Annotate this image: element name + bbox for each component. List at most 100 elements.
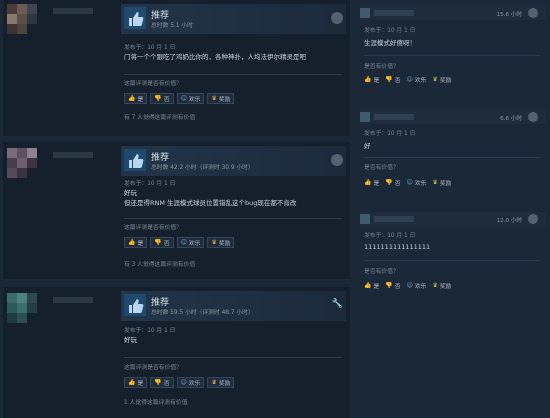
thumbs-up-icon: 👍: [364, 282, 372, 289]
award-icon: ♛: [211, 239, 217, 246]
vote-no-button[interactable]: 👎 否: [385, 75, 400, 84]
award-icon: ♛: [432, 179, 438, 186]
vote-yes-button[interactable]: 👍 是: [364, 178, 379, 187]
posted-date: 发布于：10 月 1 日: [364, 28, 416, 34]
thumbs-up-icon: 👍: [128, 379, 136, 386]
vote-no-button[interactable]: 👎 否: [150, 377, 174, 388]
reviewer-avatar[interactable]: [360, 8, 370, 18]
review-body: 好玩: [124, 335, 342, 345]
divider: [364, 260, 540, 261]
thumbs-down-icon: 👎: [385, 179, 393, 186]
divider: [364, 157, 540, 158]
reviewer-avatar[interactable]: [7, 293, 47, 325]
award-button[interactable]: ♛ 奖励: [432, 281, 451, 290]
review-header[interactable]: 推荐 总时数 5.1 小时: [121, 4, 346, 34]
thumbs-up-icon: 👍: [128, 95, 136, 102]
divider: [364, 55, 540, 56]
vote-yes-button[interactable]: 👍 是: [124, 237, 148, 248]
thumbs-up-icon: 👍: [128, 239, 136, 246]
vote-no-button[interactable]: 👎 否: [385, 281, 400, 290]
award-icon: ♛: [211, 379, 217, 386]
review-list: 推荐 总时数 5.1 小时 发布于：10 月 1 日 门将一个个跟吃了鸡奶比你的…: [0, 0, 350, 418]
reviewer-name[interactable]: [374, 10, 414, 16]
playtime-hours: 总时数 59.5 小时（评测时 48.7 小时）: [151, 310, 254, 316]
divider: [124, 357, 342, 358]
reviewer-avatar[interactable]: [360, 112, 370, 122]
vote-yes-button[interactable]: 👍 是: [124, 377, 148, 388]
reviewer-name[interactable]: [374, 114, 414, 120]
reviewer-name[interactable]: [53, 297, 93, 303]
vote-yes-button[interactable]: 👍 是: [364, 281, 379, 290]
helpful-question: 是否有价值？: [364, 64, 399, 70]
vote-no-button[interactable]: 👎 否: [150, 237, 174, 248]
award-icon: ♛: [432, 76, 438, 83]
helpful-count: 1 人觉得这篇评测有价值: [124, 400, 188, 406]
vote-buttons: 👍 是 👎 否 ☺ 欢乐 ♛ 奖励: [364, 75, 451, 84]
vote-buttons: 👍 是 👎 否 ☺ 欢乐 ♛ 奖励: [364, 178, 451, 187]
thumbs-down-icon: 👎: [154, 379, 162, 386]
vote-no-button[interactable]: 👎 否: [150, 93, 174, 104]
reviewer-name[interactable]: [53, 152, 93, 158]
vote-yes-button[interactable]: 👍 是: [364, 75, 379, 84]
playtime-hours: 12.0 小时: [496, 218, 522, 224]
thumbs-up-icon: [124, 294, 146, 316]
vote-funny-button[interactable]: ☺ 欢乐: [176, 93, 205, 104]
playtime-hours: 总时数 42.2 小时（评测时 30.9 小时）: [151, 165, 254, 171]
side-review-card: 6.6 小时 发布于：10 月 1 日 好 是否有价值？ 👍 是 👎 否 ☺ 欢乐 ♛…: [360, 110, 546, 192]
side-review-card: 12.0 小时 发布于：10 月 1 日 1111111111111111 是否…: [360, 212, 546, 294]
reviewer-avatar[interactable]: [360, 214, 370, 224]
helpful-question: 是否有价值？: [364, 165, 399, 171]
side-review-card: 15.6 小时 发布于：10 月 1 日 生涯模式好傻呀！ 是否有价值？ 👍 是 …: [360, 6, 546, 90]
divider: [124, 218, 342, 219]
vote-funny-button[interactable]: ☺ 欢乐: [176, 237, 205, 248]
vote-buttons: 👍 是 👎 否 ☺ 欢乐 ♛ 奖励: [124, 377, 235, 388]
vote-buttons: 👍 是 👎 否 ☺ 欢乐 ♛ 奖励: [364, 281, 451, 290]
review-card: 推荐 总时数 59.5 小时（评测时 48.7 小时） 🔧 发布于：10 月 1…: [3, 287, 350, 418]
thumbs-down-icon: 👎: [385, 76, 393, 83]
vote-funny-button[interactable]: ☺ 欢乐: [407, 281, 427, 290]
review-body: 门将一个个跟吃了鸡奶比你的，各种神扑，人均法伊尔精灵是吧: [124, 52, 342, 62]
review-text-line: 好玩: [124, 189, 137, 197]
award-icon: ♛: [432, 282, 438, 289]
posted-date: 发布于：10 月 1 日: [124, 328, 176, 334]
thumbs-down-icon: 👎: [385, 282, 393, 289]
helpful-count: 有 7 人觉得这篇评测有价值: [124, 115, 196, 121]
reviewer-panel: [3, 0, 113, 136]
thumbs-up-icon: [124, 149, 146, 171]
vote-no-button[interactable]: 👎 否: [385, 178, 400, 187]
steam-logo-icon: [331, 154, 343, 166]
steam-logo-icon: [528, 112, 538, 122]
reviewer-avatar[interactable]: [7, 148, 47, 180]
helpful-count: 有 3 人觉得这篇评测有价值: [124, 262, 196, 268]
playtime-hours: 15.6 小时: [496, 12, 522, 18]
reviewer-name[interactable]: [374, 216, 414, 222]
vote-funny-button[interactable]: ☺ 欢乐: [407, 178, 427, 187]
review-card: 推荐 总时数 5.1 小时 发布于：10 月 1 日 门将一个个跟吃了鸡奶比你的…: [3, 0, 350, 136]
reviewer-avatar[interactable]: [7, 4, 47, 36]
review-text: 1111111111111111: [364, 243, 431, 251]
side-review-list: 15.6 小时 发布于：10 月 1 日 生涯模式好傻呀！ 是否有价值？ 👍 是 …: [356, 0, 550, 418]
review-header[interactable]: 推荐 总时数 59.5 小时（评测时 48.7 小时） 🔧: [121, 291, 346, 321]
reviewer-name[interactable]: [53, 8, 93, 14]
award-button[interactable]: ♛ 奖励: [432, 75, 451, 84]
steam-logo-icon: [528, 8, 538, 18]
reviewer-panel: [3, 287, 113, 418]
vote-yes-button[interactable]: 👍 是: [124, 93, 148, 104]
award-button[interactable]: ♛ 奖励: [207, 237, 235, 248]
award-button[interactable]: ♛ 奖励: [207, 377, 235, 388]
helpful-question: 是否有价值？: [364, 269, 399, 275]
playtime-hours: 6.6 小时: [500, 116, 522, 122]
vote-funny-button[interactable]: ☺ 欢乐: [176, 377, 205, 388]
review-header[interactable]: 推荐 总时数 42.2 小时（评测时 30.9 小时）: [121, 146, 346, 176]
vote-buttons: 👍 是 👎 否 ☺ 欢乐 ♛ 奖励: [124, 93, 235, 104]
award-button[interactable]: ♛ 奖励: [207, 93, 235, 104]
steam-logo-icon: [331, 12, 343, 24]
award-button[interactable]: ♛ 奖励: [432, 178, 451, 187]
wrench-icon: 🔧: [331, 299, 343, 309]
reviewer-panel: [3, 142, 113, 279]
vote-buttons: 👍 是 👎 否 ☺ 欢乐 ♛ 奖励: [124, 237, 235, 248]
smiley-icon: ☺: [406, 76, 413, 83]
review-text: 生涯模式好傻呀！: [364, 39, 416, 47]
helpful-question: 这篇评测是否有价值？: [124, 81, 182, 87]
vote-funny-button[interactable]: ☺ 欢乐: [407, 75, 427, 84]
